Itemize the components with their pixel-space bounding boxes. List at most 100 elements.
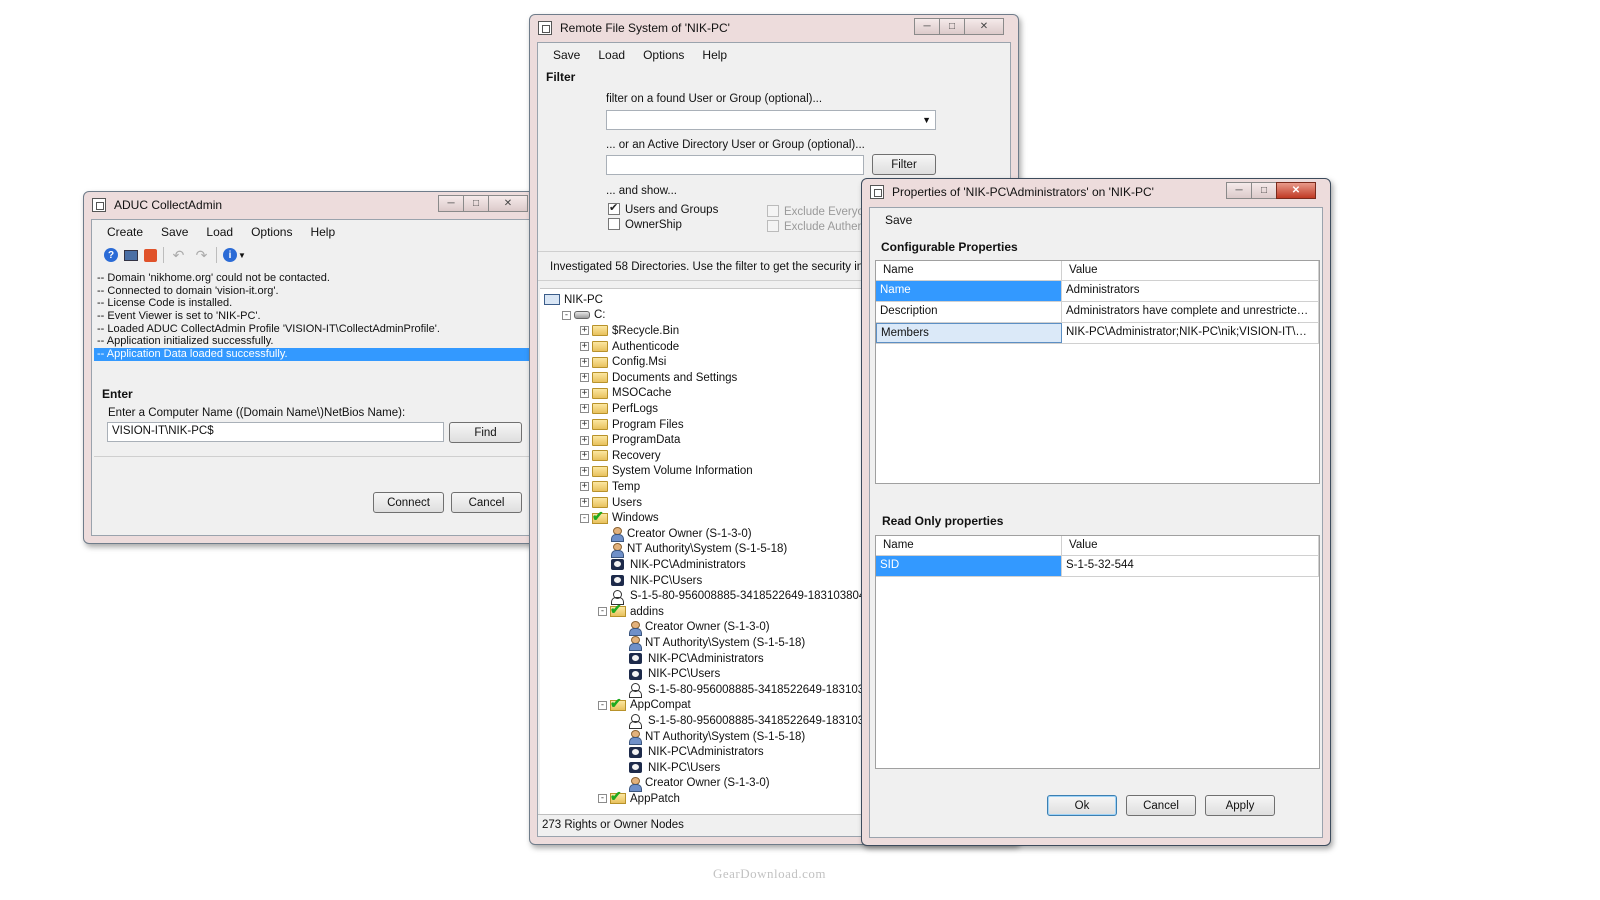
find-button[interactable]: Find: [449, 422, 522, 443]
tree-node[interactable]: S-1-5-80-956008885-3418522649-1831038044…: [616, 713, 870, 730]
menu-save[interactable]: Save: [876, 213, 921, 227]
expand-icon[interactable]: +: [580, 326, 589, 336]
tree-node[interactable]: NIK-PC\Administrators: [616, 651, 764, 667]
minimize-button[interactable]: ─: [1226, 182, 1252, 199]
collapse-icon[interactable]: -: [598, 607, 607, 617]
tree-node[interactable]: + Authenticode: [580, 339, 679, 355]
readonly-grid[interactable]: Name Value SID S-1-5-32-544: [875, 535, 1320, 769]
menu-save[interactable]: Save: [152, 225, 197, 239]
tree-node[interactable]: - C:: [562, 308, 606, 324]
info-icon[interactable]: i: [223, 248, 237, 262]
tree-node[interactable]: Creator Owner (S-1-3-0): [598, 526, 752, 543]
menu-load[interactable]: Load: [589, 48, 634, 62]
column-header-name[interactable]: Name: [876, 536, 1062, 555]
menu-options[interactable]: Options: [242, 225, 301, 239]
tree-node[interactable]: - Windows: [580, 508, 659, 526]
tree-node[interactable]: - addins: [598, 601, 664, 620]
exclude-everyone-checkbox[interactable]: Exclude Everyone: [767, 205, 863, 218]
expand-icon[interactable]: +: [580, 498, 589, 508]
users-groups-checkbox[interactable]: Users and Groups: [608, 201, 718, 216]
filter-button[interactable]: Filter: [872, 154, 936, 175]
expand-icon[interactable]: +: [580, 482, 589, 492]
expand-icon[interactable]: +: [580, 342, 589, 352]
expand-icon[interactable]: +: [580, 466, 589, 476]
checkbox-checked[interactable]: [608, 201, 620, 215]
maximize-button[interactable]: □: [939, 18, 965, 35]
expand-icon[interactable]: +: [580, 357, 589, 367]
tree-node[interactable]: + $Recycle.Bin: [580, 323, 679, 339]
menu-help[interactable]: Help: [301, 225, 344, 239]
maximize-button[interactable]: □: [463, 195, 489, 212]
menu-options[interactable]: Options: [634, 48, 693, 62]
tree-node[interactable]: NIK-PC\Users: [616, 666, 720, 682]
column-header-value[interactable]: Value: [1062, 536, 1319, 555]
close-button[interactable]: ✕: [1276, 182, 1316, 199]
connect-button[interactable]: Connect: [373, 492, 444, 513]
apply-button[interactable]: Apply: [1205, 795, 1275, 816]
tree-node[interactable]: Creator Owner (S-1-3-0): [616, 620, 770, 636]
tree-node[interactable]: + Temp: [580, 479, 640, 495]
report-icon[interactable]: [144, 248, 157, 262]
collapse-icon[interactable]: -: [580, 513, 589, 523]
property-value[interactable]: NIK-PC\Administrator;NIK-PC\nik;VISION-I…: [1062, 323, 1319, 343]
checkbox[interactable]: [767, 205, 779, 217]
tree-node[interactable]: NIK-PC\Users: [598, 573, 702, 589]
computer-name-input[interactable]: VISION-IT\NIK-PC$: [107, 422, 444, 442]
help-icon[interactable]: ?: [104, 248, 118, 262]
column-header-name[interactable]: Name: [876, 261, 1062, 280]
ok-button[interactable]: Ok: [1047, 795, 1117, 816]
table-row[interactable]: SID S-1-5-32-544: [876, 556, 1319, 577]
file-system-tree[interactable]: NIK-PC - C: + $Recycle.Bin + Authenticode + Conf…: [540, 288, 870, 814]
tree-node[interactable]: + Program Files: [580, 417, 684, 433]
title-bar[interactable]: Properties of 'NIK-PC\Administrators' on…: [862, 179, 1330, 205]
minimize-button[interactable]: ─: [914, 18, 940, 35]
tree-node[interactable]: + MSOCache: [580, 386, 671, 402]
expand-icon[interactable]: +: [580, 451, 589, 461]
dropdown-arrow-icon[interactable]: ▼: [238, 251, 246, 260]
property-value[interactable]: Administrators have complete and unrestr…: [1062, 302, 1319, 322]
tree-node[interactable]: NIK-PC\Users: [616, 760, 720, 776]
log-list[interactable]: -- Domain 'nikhome.org' could not be con…: [94, 268, 532, 361]
cancel-button[interactable]: Cancel: [451, 492, 522, 513]
menu-create[interactable]: Create: [98, 225, 152, 239]
tree-node[interactable]: + ProgramData: [580, 432, 680, 448]
collapse-icon[interactable]: -: [562, 310, 571, 320]
expand-icon[interactable]: +: [580, 420, 589, 430]
exclude-authenticated-checkbox[interactable]: Exclude Authenticated Users: [767, 220, 863, 233]
menu-load[interactable]: Load: [197, 225, 242, 239]
undo-icon[interactable]: ↶: [170, 247, 187, 264]
minimize-button[interactable]: ─: [438, 195, 464, 212]
checkbox[interactable]: [767, 220, 779, 232]
redo-icon[interactable]: ↷: [193, 247, 210, 264]
tree-node[interactable]: - AppPatch: [598, 788, 680, 807]
tree-node[interactable]: NIK-PC\Administrators: [616, 744, 764, 760]
menu-help[interactable]: Help: [693, 48, 736, 62]
tree-node[interactable]: + Documents and Settings: [580, 370, 737, 386]
tree-node[interactable]: + System Volume Information: [580, 464, 753, 480]
tree-node[interactable]: S-1-5-80-956008885-3418522649-1831038044…: [598, 588, 870, 605]
title-bar[interactable]: ADUC CollectAdmin ─ □ ✕: [84, 192, 542, 218]
expand-icon[interactable]: +: [580, 435, 589, 445]
ownership-checkbox[interactable]: OwnerShip: [608, 218, 682, 231]
expand-icon[interactable]: +: [580, 388, 589, 398]
tree-node[interactable]: + Recovery: [580, 448, 661, 464]
menu-save[interactable]: Save: [544, 48, 589, 62]
property-value[interactable]: Administrators: [1062, 281, 1319, 301]
tree-node[interactable]: S-1-5-80-956008885-3418522649-1831038044…: [616, 682, 870, 699]
monitor-icon[interactable]: [124, 249, 138, 261]
tree-node[interactable]: + Config.Msi: [580, 354, 666, 370]
table-row[interactable]: Name Administrators: [876, 281, 1319, 302]
cancel-button[interactable]: Cancel: [1126, 795, 1196, 816]
checkbox[interactable]: [608, 218, 620, 230]
tree-node[interactable]: + PerfLogs: [580, 401, 658, 417]
tree-node[interactable]: NT Authority\System (S-1-5-18): [598, 542, 787, 558]
collapse-icon[interactable]: -: [598, 794, 607, 804]
tree-node[interactable]: NT Authority\System (S-1-5-18): [616, 729, 805, 746]
tree-node[interactable]: NT Authority\System (S-1-5-18): [616, 635, 805, 652]
tree-node[interactable]: + Users: [580, 495, 642, 511]
ad-group-input[interactable]: [606, 155, 864, 175]
tree-node[interactable]: NIK-PC\Administrators: [598, 557, 746, 573]
title-bar[interactable]: Remote File System of 'NIK-PC' ─ □ ✕: [530, 15, 1018, 41]
found-group-combo[interactable]: ▼: [606, 110, 936, 130]
table-row[interactable]: Description Administrators have complete…: [876, 302, 1319, 323]
